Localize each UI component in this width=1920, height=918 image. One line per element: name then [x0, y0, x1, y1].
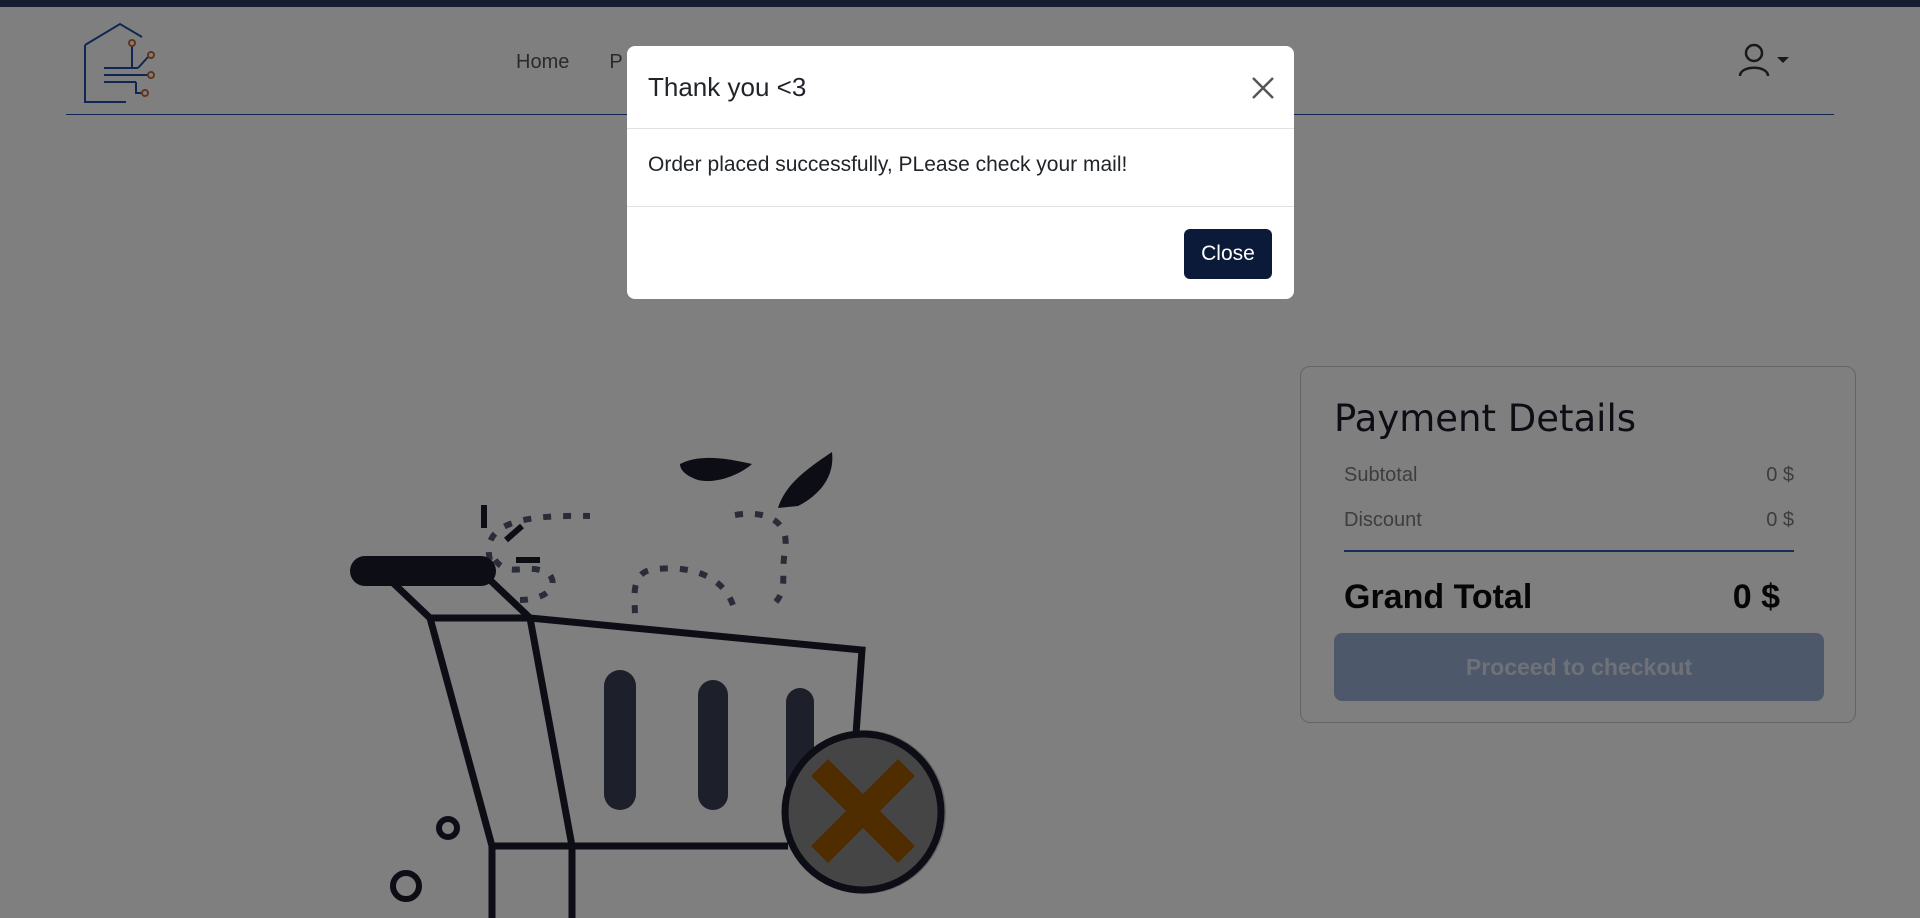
modal-footer: Close	[627, 206, 1294, 299]
close-icon[interactable]	[1250, 75, 1276, 101]
modal-header: Thank you <3	[627, 46, 1294, 129]
modal-title: Thank you <3	[648, 72, 807, 102]
close-button[interactable]: Close	[1184, 229, 1272, 279]
modal-message: Order placed successfully, PLease check …	[648, 153, 1128, 176]
thank-you-modal: Thank you <3 Order placed successfully, …	[627, 46, 1294, 299]
